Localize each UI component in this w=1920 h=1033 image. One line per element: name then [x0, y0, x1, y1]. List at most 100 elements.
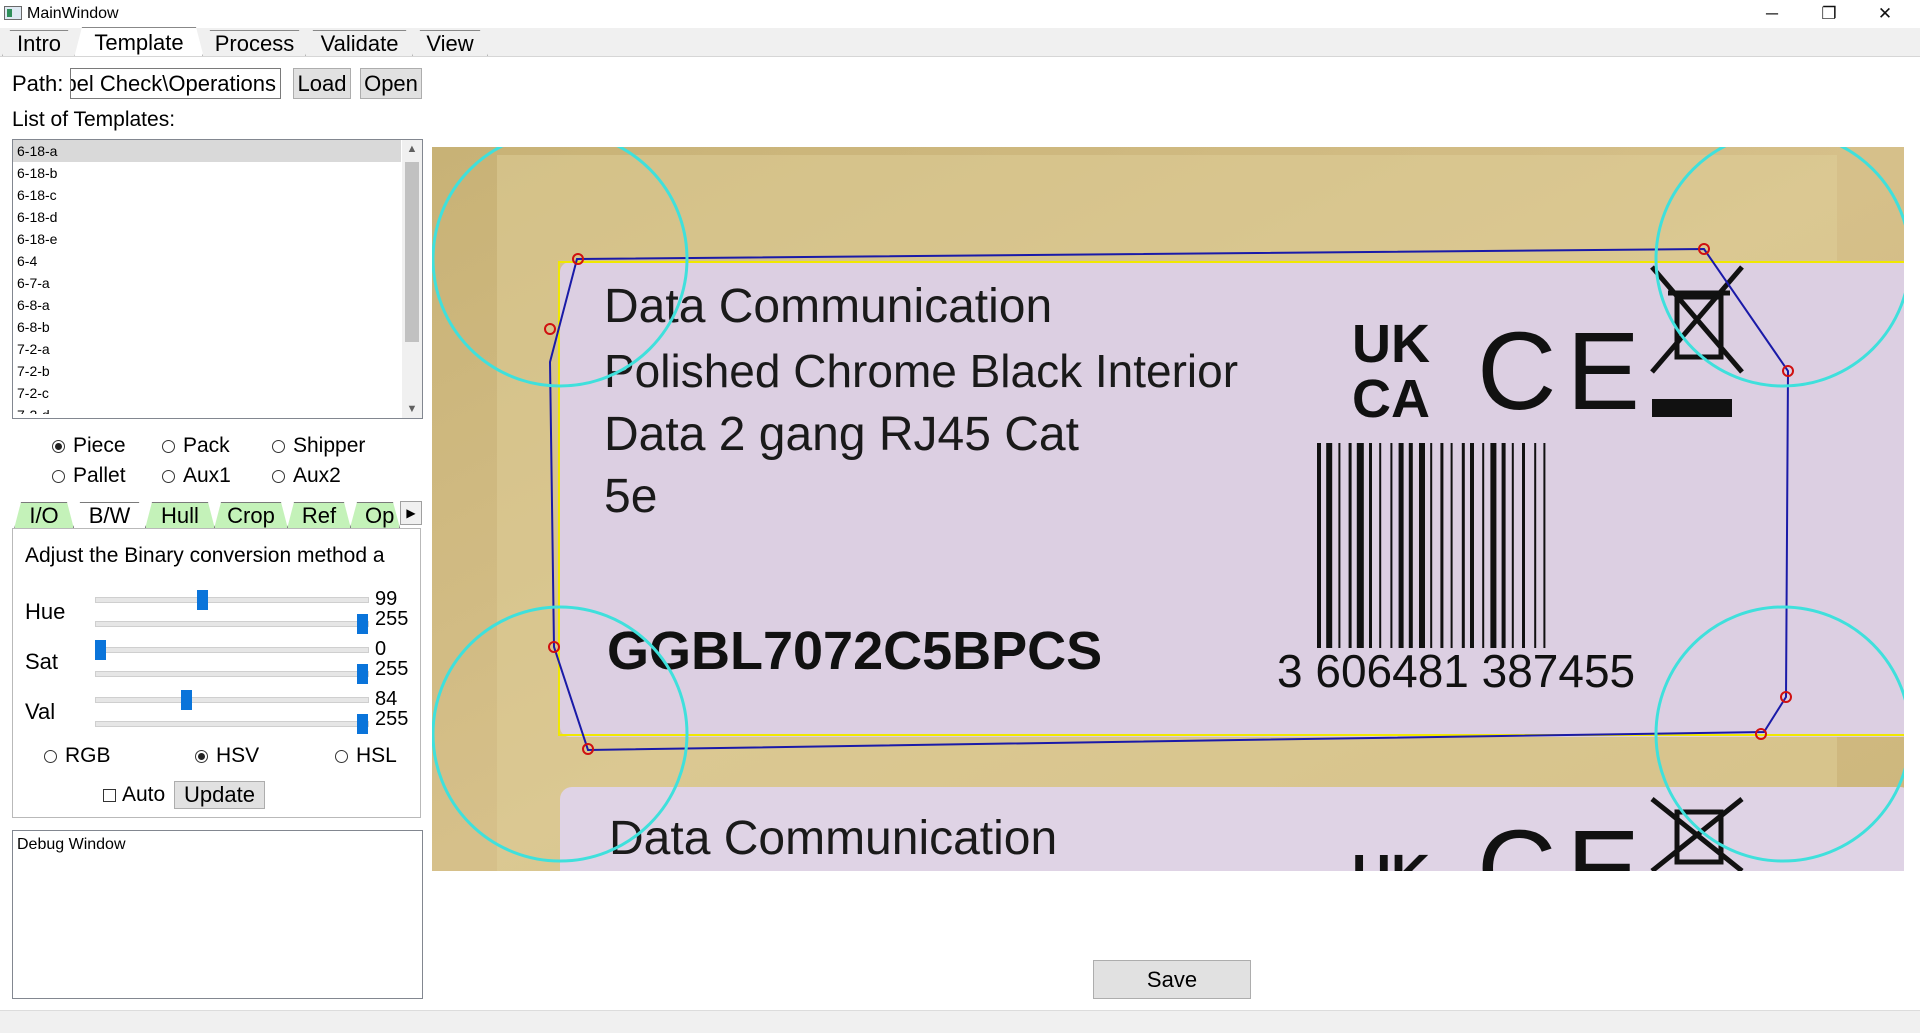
ukca-mark-ca: CA	[1352, 369, 1430, 429]
subtab-ref[interactable]: Ref	[287, 502, 351, 529]
auto-checkbox-box[interactable]	[103, 788, 116, 802]
list-item[interactable]: 6-7-a	[13, 272, 401, 294]
radio-shipper[interactable]: Shipper	[272, 434, 365, 458]
radio-hsv[interactable]: HSV	[195, 744, 259, 768]
radio-aux2[interactable]: Aux2	[272, 464, 341, 488]
radio-aux1[interactable]: Aux1	[162, 464, 231, 488]
template-list-label: List of Templates:	[12, 108, 176, 131]
barcode-bar	[1461, 443, 1465, 648]
list-item[interactable]: 6-18-e	[13, 228, 401, 250]
sat-low-thumb[interactable]	[95, 640, 106, 660]
list-item[interactable]: 6-18-d	[13, 206, 401, 228]
maximize-button[interactable]: ❐	[1806, 0, 1852, 28]
val-low-slider[interactable]	[95, 697, 369, 703]
minimize-button[interactable]: ─	[1749, 0, 1795, 28]
label-line-3: Data 2 gang RJ45 Cat	[604, 408, 1079, 461]
subtab-crop[interactable]: Crop	[214, 502, 288, 529]
val-label: Val	[25, 699, 56, 724]
radio-rgb-indicator[interactable]	[44, 749, 57, 763]
product-code: GGBL7072C5BPCS	[607, 621, 1102, 681]
save-button[interactable]: Save	[1093, 960, 1251, 999]
list-item[interactable]: 6-18-a	[13, 140, 401, 162]
hue-high-slider[interactable]	[95, 621, 369, 627]
radio-piece[interactable]: Piece	[52, 434, 126, 458]
radio-shipper-indicator[interactable]	[272, 439, 285, 453]
list-item[interactable]: 7-2-c	[13, 382, 401, 404]
radio-hsl-label: HSL	[356, 744, 397, 767]
barcode-bar	[1326, 443, 1333, 648]
second-label-uk: UK	[1352, 844, 1430, 871]
sat-label: Sat	[25, 649, 59, 674]
list-item[interactable]: 7-2-a	[13, 338, 401, 360]
list-scrollbar[interactable]: ▲ ▼	[402, 140, 422, 418]
barcode-bar	[1511, 443, 1514, 648]
sat-high-thumb[interactable]	[357, 664, 368, 684]
tab-intro[interactable]: Intro	[2, 30, 76, 57]
auto-checkbox[interactable]: Auto	[103, 783, 165, 807]
scroll-up-icon[interactable]: ▲	[402, 140, 422, 158]
close-button[interactable]: ✕	[1862, 0, 1908, 28]
barcode-bar	[1390, 443, 1393, 648]
label-line-1: Data Communication	[604, 280, 1052, 333]
val-high-slider[interactable]	[95, 721, 369, 727]
list-item[interactable]: 6-8-b	[13, 316, 401, 338]
path-input[interactable]: bel Check\Operations	[70, 68, 281, 99]
hue-high-value: 255	[375, 608, 409, 630]
barcode-bar	[1430, 443, 1433, 648]
list-item[interactable]: 6-18-c	[13, 184, 401, 206]
scroll-thumb[interactable]	[405, 162, 419, 342]
list-item[interactable]: 6-8-a	[13, 294, 401, 316]
subtab-op[interactable]: Op	[350, 502, 400, 528]
hue-low-slider[interactable]	[95, 597, 369, 603]
debug-window[interactable]: Debug Window	[12, 830, 423, 999]
subtab-io[interactable]: I/O	[14, 502, 74, 529]
template-list[interactable]: 6-18-a 6-18-b 6-18-c 6-18-d 6-18-e 6-4 6…	[12, 139, 423, 419]
barcode-bar	[1534, 443, 1537, 648]
tab-validate[interactable]: Validate	[305, 30, 414, 57]
load-button[interactable]: Load	[293, 68, 351, 99]
val-low-thumb[interactable]	[181, 690, 193, 710]
hue-low-thumb[interactable]	[196, 590, 208, 610]
sat-low-value: 0	[375, 638, 387, 660]
radio-pallet-indicator[interactable]	[52, 469, 65, 483]
barcode-bar	[1356, 443, 1364, 648]
radio-hsl[interactable]: HSL	[335, 744, 397, 768]
tab-template[interactable]: Template	[74, 27, 204, 58]
radio-aux1-indicator[interactable]	[162, 469, 175, 483]
barcode-bar	[1482, 443, 1485, 648]
update-button[interactable]: Update	[174, 781, 265, 809]
radio-rgb[interactable]: RGB	[44, 744, 111, 768]
radio-pallet[interactable]: Pallet	[52, 464, 126, 488]
radio-pack[interactable]: Pack	[162, 434, 230, 458]
hue-high-thumb[interactable]	[357, 614, 368, 634]
hue-label: Hue	[25, 599, 66, 624]
open-button[interactable]: Open	[360, 68, 422, 99]
subtab-scroll-right-icon[interactable]: ▶	[400, 501, 422, 525]
list-item[interactable]: 6-4	[13, 250, 401, 272]
tab-view[interactable]: View	[412, 30, 488, 57]
subtab-bw[interactable]: B/W	[73, 502, 146, 529]
tab-process[interactable]: Process	[202, 30, 307, 57]
sat-low-slider[interactable]	[95, 647, 369, 653]
list-item[interactable]: 7-2-d	[13, 404, 401, 414]
radio-hsv-label: HSV	[216, 744, 260, 767]
radio-pack-indicator[interactable]	[162, 439, 175, 453]
radio-rgb-label: RGB	[65, 744, 111, 767]
radio-hsv-indicator[interactable]	[195, 749, 208, 763]
image-view[interactable]: Data Communication Polished Chrome Black…	[432, 147, 1904, 871]
radio-pack-label: Pack	[183, 434, 230, 457]
subtab-hull[interactable]: Hull	[145, 502, 215, 529]
radio-piece-label: Piece	[73, 434, 126, 457]
scroll-down-icon[interactable]: ▼	[402, 400, 422, 418]
list-item[interactable]: 6-18-b	[13, 162, 401, 184]
barcode-number: 3 606481 387455	[1277, 645, 1635, 697]
val-high-thumb[interactable]	[357, 714, 368, 734]
radio-piece-indicator[interactable]	[52, 439, 65, 453]
list-item[interactable]: 7-2-b	[13, 360, 401, 382]
sat-high-value: 255	[375, 658, 409, 680]
barcode-bar	[1338, 443, 1341, 648]
second-label-ce: CE	[1477, 808, 1650, 871]
sat-high-slider[interactable]	[95, 671, 369, 677]
radio-hsl-indicator[interactable]	[335, 749, 348, 763]
radio-aux2-indicator[interactable]	[272, 469, 285, 483]
